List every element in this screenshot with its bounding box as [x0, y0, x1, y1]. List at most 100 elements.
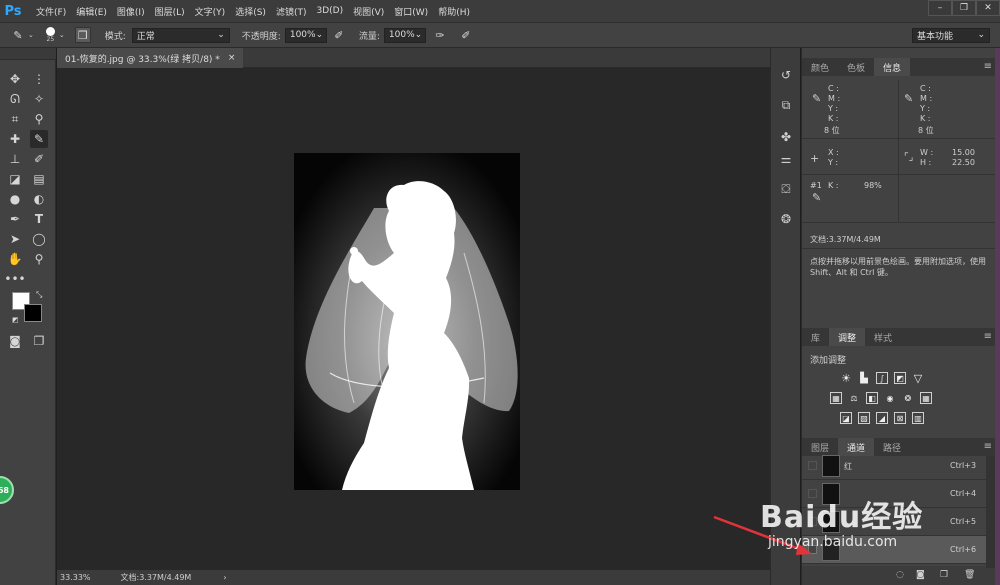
menu-3d[interactable]: 3D(D): [316, 6, 343, 16]
vibrance-icon[interactable]: ▽: [912, 372, 924, 385]
brush-tool-icon[interactable]: ✎: [30, 130, 48, 148]
black-white-icon[interactable]: ◧: [866, 392, 878, 404]
selective-color-icon[interactable]: ⊠: [894, 412, 906, 424]
menu-type[interactable]: 文字(Y): [195, 5, 226, 18]
brush-size-chevron[interactable]: ⌄: [59, 31, 65, 39]
workspace-select[interactable]: 基本功能 ⌄: [912, 27, 990, 43]
type-tool-icon[interactable]: T: [30, 210, 48, 228]
clone-source-icon[interactable]: ⛋: [775, 178, 797, 200]
opacity-input[interactable]: 100% ⌄: [284, 27, 327, 43]
exposure-icon[interactable]: ◩: [894, 372, 906, 384]
healing-brush-tool-icon[interactable]: ✚: [6, 130, 24, 148]
pressure-opacity-icon[interactable]: ✐: [331, 27, 347, 43]
delete-channel-icon[interactable]: 🗑: [964, 570, 975, 580]
photo-filter-icon[interactable]: ◉: [884, 392, 896, 404]
menu-view[interactable]: 视图(V): [353, 5, 384, 18]
close-button[interactable]: ✕: [976, 0, 1000, 16]
curves-icon[interactable]: ∫: [876, 372, 888, 384]
color-lookup-icon[interactable]: ▦: [920, 392, 932, 404]
threshold-icon[interactable]: ◢: [876, 412, 888, 424]
color-balance-icon[interactable]: ⚖: [848, 392, 860, 404]
info-divider: [802, 174, 996, 175]
brush-menu-chevron[interactable]: ⌄: [28, 31, 34, 39]
screen-mode-icon[interactable]: ❐: [30, 332, 48, 350]
channel-mixer-icon[interactable]: ❂: [902, 392, 914, 404]
brush-panel-icon[interactable]: ✤: [775, 126, 797, 148]
eyedropper-tool-icon[interactable]: ⚲: [30, 110, 48, 128]
tool-presets-icon[interactable]: ❂: [775, 208, 797, 230]
close-tab-icon[interactable]: ×: [228, 53, 236, 63]
pressure-size-icon[interactable]: ✐: [458, 27, 474, 43]
tab-info[interactable]: 信息: [874, 58, 911, 76]
tool-hint: 点按并拖移以用前景色绘画。要用附加选项，使用 Shift、Alt 和 Ctrl …: [810, 257, 986, 277]
levels-icon[interactable]: ▙: [858, 372, 870, 384]
load-selection-icon[interactable]: ◌: [896, 570, 904, 580]
background-color-swatch[interactable]: [24, 304, 42, 322]
document-tab[interactable]: 01-恢复的.jpg @ 33.3%(绿 拷贝/8) * ×: [57, 48, 244, 68]
brush-presets-icon[interactable]: ⚌: [775, 148, 797, 170]
visibility-icon[interactable]: [808, 461, 817, 470]
tab-swatches[interactable]: 色板: [838, 58, 874, 76]
brightness-icon[interactable]: ☀: [840, 372, 852, 385]
hand-tool-icon[interactable]: ✋: [6, 250, 24, 268]
menu-window[interactable]: 窗口(W): [394, 5, 428, 18]
blur-tool-icon[interactable]: ●: [6, 190, 24, 208]
pen-tool-icon[interactable]: ✒: [6, 210, 24, 228]
save-selection-icon[interactable]: ◙: [916, 570, 925, 580]
brush-preset-icon[interactable]: ✎: [10, 27, 26, 43]
gradient-map-icon[interactable]: ▥: [912, 412, 924, 424]
new-channel-icon[interactable]: ❐: [940, 570, 948, 580]
selection-size-icon: ⌜⌟: [904, 152, 914, 163]
menu-help[interactable]: 帮助(H): [438, 5, 470, 18]
tab-adjustments[interactable]: 调整: [829, 328, 866, 346]
quick-mask-icon[interactable]: ◙: [6, 332, 24, 350]
posterize-icon[interactable]: ▨: [858, 412, 870, 424]
clone-stamp-tool-icon[interactable]: ⊥: [6, 150, 24, 168]
actions-panel-icon[interactable]: ⧉: [775, 94, 797, 116]
tab-color[interactable]: 颜色: [802, 58, 838, 76]
document-canvas[interactable]: [294, 153, 520, 490]
crop-tool-icon[interactable]: ⌗: [6, 110, 24, 128]
panel-menu-icon[interactable]: ≡: [984, 331, 992, 342]
channel-row-red[interactable]: 红 Ctrl+3: [802, 452, 988, 480]
path-selection-tool-icon[interactable]: ➤: [6, 230, 24, 248]
zoom-tool-icon[interactable]: ⚲: [30, 250, 48, 268]
brush-size-picker[interactable]: 25: [45, 27, 55, 43]
menu-edit[interactable]: 编辑(E): [76, 5, 107, 18]
tab-libraries[interactable]: 库: [802, 328, 829, 346]
panel-menu-icon[interactable]: ≡: [984, 441, 992, 452]
swap-colors-icon[interactable]: ⤡: [36, 290, 44, 299]
flow-input[interactable]: 100% ⌄: [383, 27, 426, 43]
restore-button[interactable]: ❐: [952, 0, 976, 16]
menu-select[interactable]: 选择(S): [235, 5, 266, 18]
channels-scrollbar[interactable]: [986, 456, 995, 568]
menu-layer[interactable]: 图层(L): [155, 5, 185, 18]
menu-image[interactable]: 图像(I): [117, 5, 145, 18]
minimize-button[interactable]: –: [928, 0, 952, 16]
gradient-tool-icon[interactable]: ▤: [30, 170, 48, 188]
tab-styles[interactable]: 样式: [865, 328, 901, 346]
lasso-tool-icon[interactable]: ᘏ: [6, 90, 24, 108]
move-tool-icon[interactable]: ✥: [6, 70, 24, 88]
zoom-level[interactable]: 33.33%: [60, 573, 91, 582]
shape-tool-icon[interactable]: ◯: [30, 230, 48, 248]
history-brush-tool-icon[interactable]: ✐: [30, 150, 48, 168]
more-tools-icon[interactable]: •••: [4, 270, 25, 288]
cmyk-right-m: M :: [920, 94, 933, 103]
mode-select[interactable]: 正常 ⌄: [131, 27, 230, 43]
status-menu-arrow[interactable]: ›: [223, 573, 226, 582]
invert-icon[interactable]: ◪: [840, 412, 852, 424]
menu-file[interactable]: 文件(F): [36, 5, 66, 18]
magic-wand-tool-icon[interactable]: ✧: [30, 90, 48, 108]
dodge-tool-icon[interactable]: ◐: [30, 190, 48, 208]
brush-panel-icon[interactable]: ❒: [74, 27, 91, 43]
marquee-tool-icon[interactable]: ⋮: [30, 70, 48, 88]
channel-thumbnail: [822, 455, 840, 477]
panel-menu-icon[interactable]: ≡: [984, 61, 992, 72]
default-colors-icon[interactable]: ◩: [12, 316, 20, 324]
eraser-tool-icon[interactable]: ◪: [6, 170, 24, 188]
history-panel-icon[interactable]: ↺: [775, 64, 797, 86]
airbrush-icon[interactable]: ✑: [432, 27, 448, 43]
hue-saturation-icon[interactable]: ▦: [830, 392, 842, 404]
menu-filter[interactable]: 滤镜(T): [276, 5, 307, 18]
